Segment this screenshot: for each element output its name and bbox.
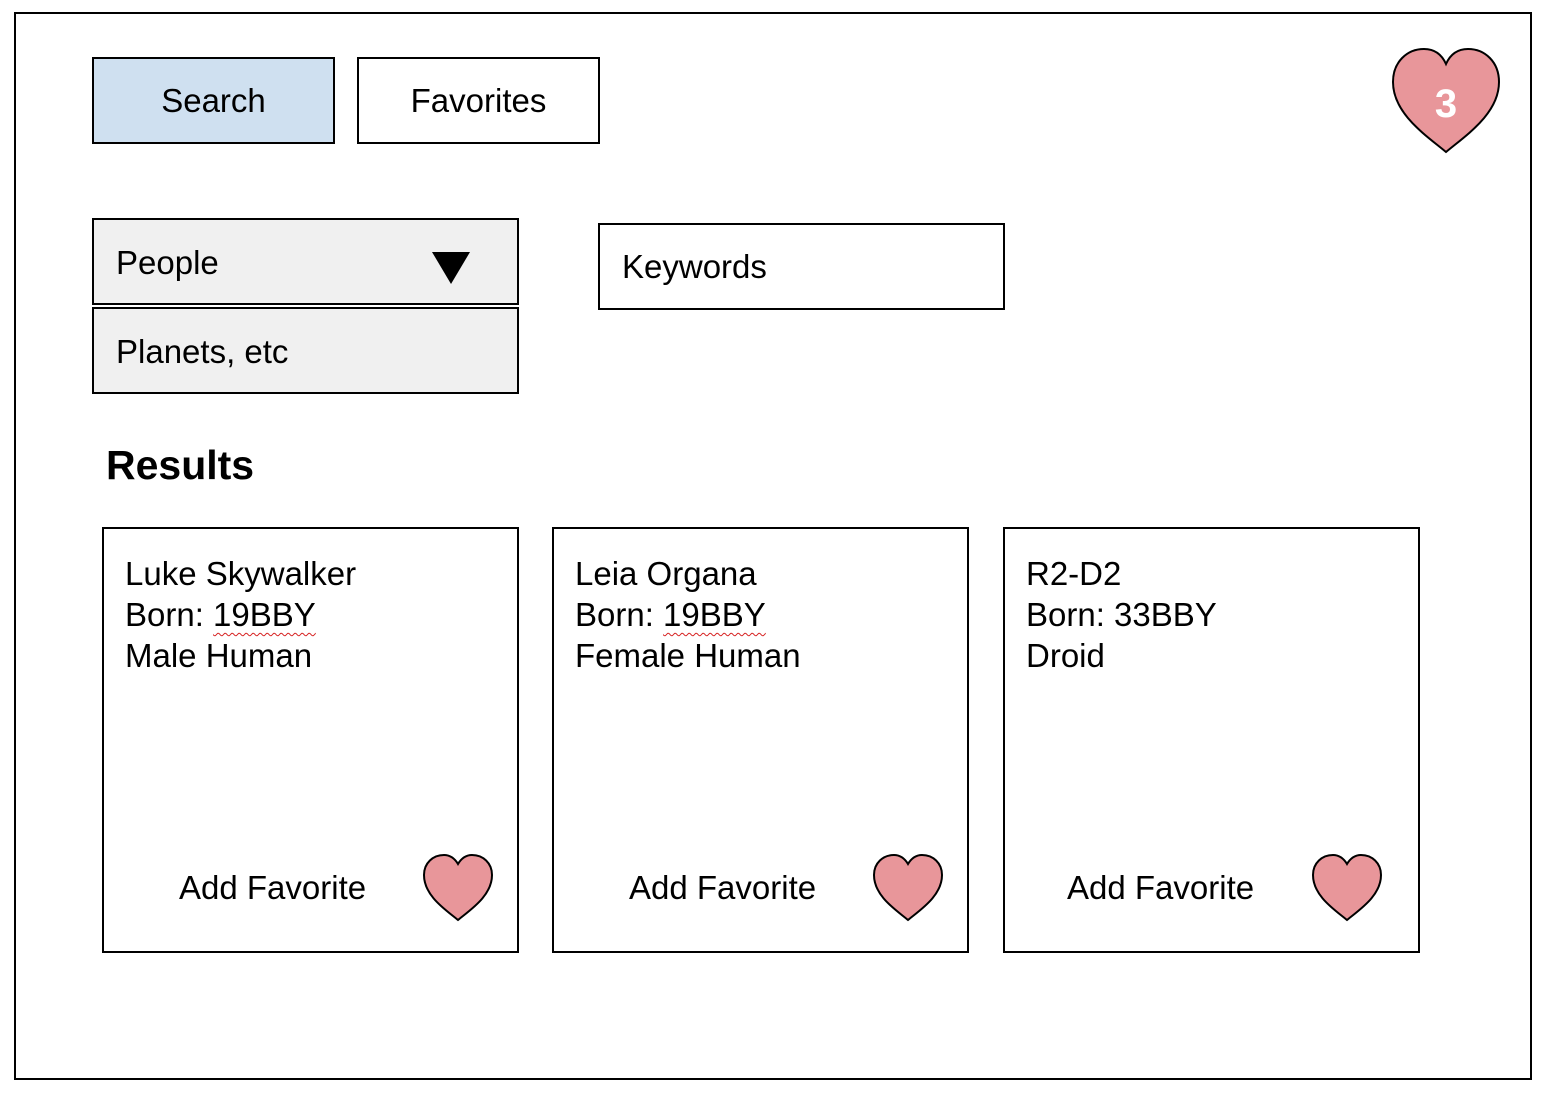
heart-icon[interactable] (422, 853, 494, 923)
born-prefix: Born: (125, 596, 214, 633)
result-card: Leia Organa Born: 19BBY Female Human Add… (552, 527, 969, 953)
category-option-planets[interactable]: Planets, etc (92, 307, 519, 394)
search-tab-label: Search (161, 81, 266, 119)
category-option-label: Planets, etc (116, 333, 289, 370)
born-value: 19BBY (213, 596, 316, 633)
result-description: Female Human (575, 637, 801, 674)
favorites-counter[interactable]: 3 (1389, 46, 1503, 156)
add-favorite-button[interactable]: Add Favorite (1067, 869, 1254, 907)
result-card: Luke Skywalker Born: 19BBY Male Human Ad… (102, 527, 519, 953)
favorites-tab-label: Favorites (410, 81, 547, 119)
result-name: Luke Skywalker (125, 555, 357, 592)
heart-icon[interactable] (872, 853, 944, 923)
category-select-value: People (116, 244, 219, 281)
results-heading: Results (106, 442, 255, 488)
favorites-tab-button[interactable]: Favorites (357, 57, 600, 144)
result-description: Droid (1026, 637, 1105, 674)
keywords-input[interactable] (598, 223, 1005, 310)
heart-icon[interactable] (1311, 853, 1383, 923)
born-value: 19BBY (663, 596, 766, 633)
favorites-count-badge: 3 (1434, 82, 1458, 126)
add-favorite-button[interactable]: Add Favorite (629, 869, 816, 907)
add-favorite-button[interactable]: Add Favorite (179, 869, 366, 907)
category-select[interactable]: People (92, 218, 519, 305)
result-description: Male Human (125, 637, 313, 674)
triangle-down-icon (432, 252, 470, 284)
result-born: Born: 33BBY (1026, 594, 1217, 635)
born-value: 33BBY (1114, 596, 1217, 633)
result-name: R2-D2 (1026, 555, 1122, 592)
born-prefix: Born: (575, 596, 664, 633)
search-tab-button[interactable]: Search (92, 57, 335, 144)
result-name: Leia Organa (575, 555, 757, 592)
result-born: Born: 19BBY (125, 594, 356, 635)
result-born: Born: 19BBY (575, 594, 801, 635)
born-prefix: Born: (1026, 596, 1115, 633)
result-card: R2-D2 Born: 33BBY Droid Add Favorite (1003, 527, 1420, 953)
